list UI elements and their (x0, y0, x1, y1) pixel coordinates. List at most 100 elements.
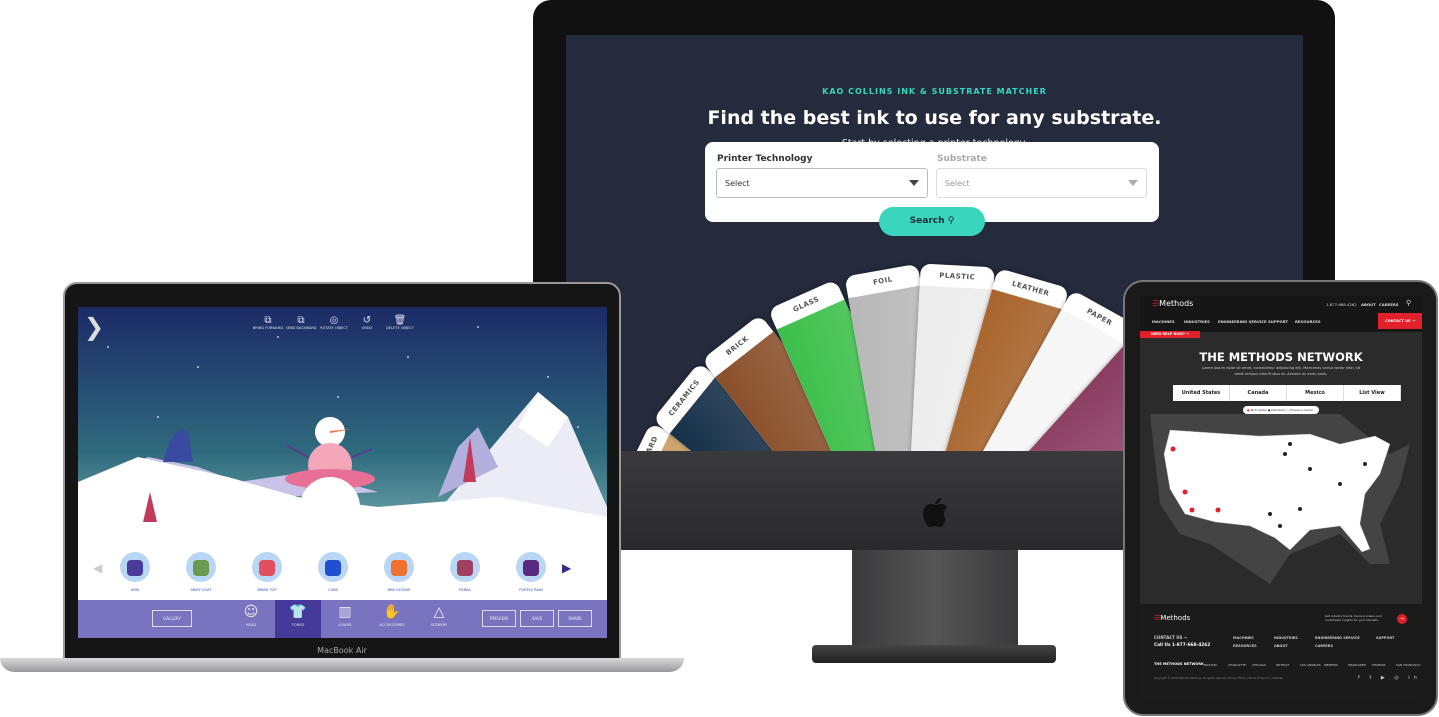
search-label: Search (909, 216, 945, 226)
item-thumbnail (120, 552, 150, 582)
map-tab-united-states[interactable]: United States (1173, 385, 1230, 401)
map-legend: ● Tech Center ● Distributor ○ Precision … (1243, 406, 1319, 414)
search-icon: ⚲ (947, 216, 955, 226)
item-label: PARKA (459, 588, 471, 592)
printer-label: Printer Technology (717, 154, 813, 164)
item-thumbnail (450, 552, 480, 582)
printer-select-value: Select (725, 179, 750, 188)
tab-torso[interactable]: 👕 TORSO (275, 600, 321, 638)
subscribe-arrow-button[interactable]: → (1397, 614, 1407, 624)
item-parka[interactable]: PARKA (440, 552, 490, 592)
about-link[interactable]: ABOUT (1361, 302, 1376, 307)
substrate-select-value: Select (945, 179, 970, 188)
need-help-button[interactable]: NEED HELP NOW? → (1140, 331, 1200, 338)
item-dbs-hoodie[interactable]: DBS HOODIE (374, 552, 424, 592)
footer-link[interactable]: MACHINES (1233, 636, 1254, 640)
tab-lower[interactable]: ▥ LOWER (322, 600, 368, 638)
caret-down-icon (1128, 180, 1138, 186)
tree-icon: △ (433, 604, 445, 620)
item-purple-rain[interactable]: PURPLE RAIN (506, 552, 556, 592)
map-tab-canada[interactable]: Canada (1230, 385, 1287, 401)
head-icon: ☺ (243, 604, 259, 620)
item-cubs[interactable]: CUBS (308, 552, 358, 592)
expand-chevron-icon[interactable]: ❯ (84, 313, 104, 341)
item-label: CUBS (328, 588, 338, 592)
footer-link[interactable]: CAREERS (1315, 644, 1333, 648)
contact-us-button[interactable]: CONTACT US → (1378, 313, 1422, 329)
city-link[interactable]: DETROIT (1276, 663, 1289, 667)
tab-label: ACCESSORIES (379, 623, 405, 627)
footer-link[interactable]: INDUSTRIES (1274, 636, 1298, 640)
item-thumbnail (252, 552, 282, 582)
city-link[interactable]: PHOENIX (1372, 663, 1386, 667)
map-tab-list-view[interactable]: List View (1344, 385, 1401, 401)
substrate-label: Substrate (937, 154, 987, 164)
gallery-button[interactable]: GALLERY (152, 610, 192, 627)
phone-link[interactable]: 1-877-668-4262 (1326, 302, 1357, 307)
city-link[interactable]: BOSTON (1204, 663, 1217, 667)
toolbar-delete-object[interactable]: 🗑 DELETE OBJECT (380, 315, 420, 330)
item-army-coat[interactable]: ARMY COAT (176, 552, 226, 592)
tab-scenery[interactable]: △ SCENERY (416, 600, 462, 638)
item-graphic (193, 560, 209, 576)
trash-icon: 🗑 (393, 315, 407, 326)
item-label: ARMY COAT (190, 588, 212, 592)
item-arm[interactable]: ARM (110, 552, 160, 592)
footer-link[interactable]: ENGINEERING SERVICE (1315, 636, 1360, 640)
item-graphic (127, 560, 143, 576)
item-graphic (325, 560, 341, 576)
map-tab-mexico[interactable]: Mexico (1287, 385, 1344, 401)
shirt-icon: 👕 (289, 604, 307, 620)
substrate-select[interactable]: Select (936, 168, 1147, 198)
footer-link[interactable]: SUPPORT (1376, 636, 1394, 640)
methods-logo[interactable]: ☰Methods (1152, 299, 1193, 308)
item-thumbnail (186, 552, 216, 582)
nav-engineering-service[interactable]: ENGINEERING SERVICE (1218, 319, 1267, 324)
city-link[interactable]: CHARLOTTE (1228, 663, 1246, 667)
item-label: ARM (130, 588, 140, 592)
item-graphic (523, 560, 539, 576)
city-link[interactable]: CHICAGO (1252, 663, 1266, 667)
search-button[interactable]: Search ⚲ (879, 207, 985, 236)
preview-button[interactable]: PREVIEW (482, 610, 516, 627)
nav-machines[interactable]: MACHINES (1152, 319, 1175, 324)
footer-link[interactable]: RESOURCES (1233, 644, 1257, 648)
intro-text: Lorem ipsum dolor sit amet, consectetur … (1201, 366, 1361, 376)
share-button[interactable]: SHARE (558, 610, 592, 627)
footer-blurb: Get industry trends, training videos, an… (1325, 614, 1382, 622)
tab-label: SCENERY (430, 623, 448, 627)
footer-contact-link[interactable]: CONTACT US → (1154, 635, 1187, 640)
footer-call[interactable]: Call Us 1-877-668-4262 (1154, 643, 1210, 648)
nav-resources[interactable]: RESOURCES (1295, 319, 1321, 324)
save-button[interactable]: SAVE (520, 610, 554, 627)
city-link[interactable]: LOS ANGELES (1300, 663, 1321, 667)
carousel-prev-icon[interactable]: ◀ (93, 561, 102, 575)
mitten-icon: ✋ (383, 604, 401, 620)
city-link[interactable]: MILWAUKEE (1348, 663, 1366, 667)
snowman-builder-screen: ❯ ◀ ▶ GALLERY ⧉ BRING FORWARD ⧉ SEND BACKWA… (78, 307, 607, 638)
item-bikini-top[interactable]: BIKINI TOP (242, 552, 292, 592)
laptop-brand: MacBook Air (317, 646, 367, 655)
search-icon[interactable]: ⚲ (1406, 299, 1411, 307)
city-link[interactable]: MEMPHIS (1324, 663, 1338, 667)
tab-label: TORSO (291, 623, 305, 627)
city-link[interactable]: SAN FRANCISCO (1396, 663, 1421, 667)
carousel-next-icon[interactable]: ▶ (562, 561, 571, 575)
item-graphic (259, 560, 275, 576)
tab-head[interactable]: ☺ HEAD (228, 600, 274, 638)
nav-support[interactable]: SUPPORT (1268, 319, 1288, 324)
us-map[interactable] (1140, 414, 1422, 604)
careers-link[interactable]: CAREERS (1379, 302, 1399, 307)
item-label: PURPLE RAIN (519, 588, 543, 592)
methods-network-screen: ☰Methods 1-877-668-4262 ABOUT CAREERS ⚲ … (1140, 296, 1422, 700)
item-graphic (457, 560, 473, 576)
item-thumbnail (384, 552, 414, 582)
footer-link[interactable]: ABOUT (1274, 644, 1288, 648)
toolbar-label: DELETE OBJECT (386, 326, 414, 330)
social-icons[interactable]: f t ▶ ◎ in (1358, 675, 1421, 681)
nav-industries[interactable]: INDUSTRIES (1184, 319, 1210, 324)
shorts-icon: ▥ (338, 604, 352, 620)
page-title: THE METHODS NETWORK (1199, 350, 1363, 364)
tab-accessories[interactable]: ✋ ACCESSORIES (369, 600, 415, 638)
printer-select[interactable]: Select (716, 168, 928, 198)
